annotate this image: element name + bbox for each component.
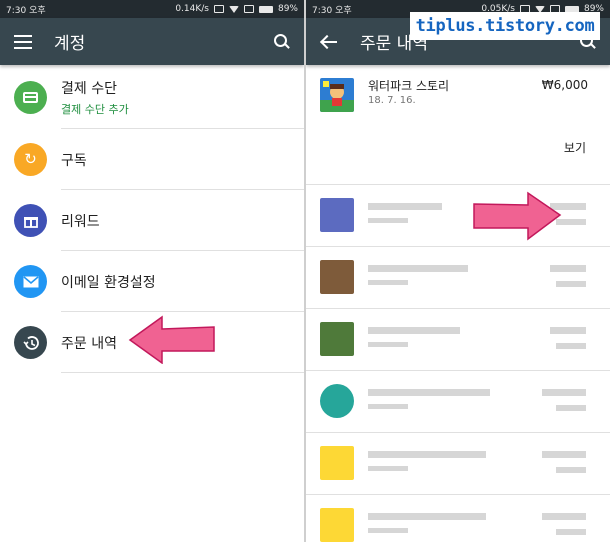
menu-item-label: 이메일 환경설정 xyxy=(61,274,156,291)
order-item[interactable] xyxy=(306,433,610,495)
battery-level: 89% xyxy=(277,4,298,14)
mute-icon xyxy=(213,5,224,13)
order-app-name: 워터파크 스토리 xyxy=(368,79,450,93)
menu-item-label: 주문 내역 xyxy=(61,335,117,352)
menu-item-subscriptions[interactable]: ↻ 구독 xyxy=(0,129,304,190)
network-speed: 0.14K/s xyxy=(175,4,209,14)
page-title: 계정 xyxy=(54,34,86,54)
battery-icon xyxy=(258,5,273,13)
order-item[interactable] xyxy=(306,185,610,247)
status-time: 7:30 오후 xyxy=(312,5,352,16)
blurred-thumbnail xyxy=(320,198,354,232)
menu-item-label: 리워드 xyxy=(61,213,100,230)
blurred-thumbnail xyxy=(320,260,354,294)
menu-item-label: 결제 수단 xyxy=(61,80,117,97)
blurred-thumbnail xyxy=(320,384,354,418)
menu-item-rewards[interactable]: 리워드 xyxy=(0,190,304,251)
add-payment-method-link[interactable]: 결제 수단 추가 xyxy=(61,101,129,117)
back-arrow-icon[interactable] xyxy=(320,34,338,50)
blurred-thumbnail xyxy=(320,508,354,542)
screenshot-composite: 7:30 오후 0.14K/s 89% 계정 결제 수단 결제 수단 추가 ↻ … xyxy=(0,0,610,542)
menu-item-label: 구독 xyxy=(61,152,87,169)
mail-icon xyxy=(14,265,47,298)
pointer-arrow xyxy=(473,191,562,241)
sim-icon xyxy=(243,5,254,13)
blurred-thumbnail xyxy=(320,322,354,356)
order-item[interactable] xyxy=(306,371,610,433)
menu-item-email-preferences[interactable]: 이메일 환경설정 xyxy=(0,251,304,312)
search-icon[interactable] xyxy=(274,33,290,50)
credit-card-icon xyxy=(14,80,47,114)
pointer-arrow xyxy=(128,315,215,364)
order-item[interactable] xyxy=(306,309,610,371)
app-thumbnail xyxy=(320,78,354,112)
gift-icon xyxy=(14,204,47,237)
app-bar: 계정 xyxy=(0,18,304,65)
order-item[interactable]: 워터파크 스토리 18. 7. 16. ₩6,000 보기 xyxy=(306,65,610,241)
order-list: 워터파크 스토리 18. 7. 16. ₩6,000 보기 xyxy=(306,65,610,542)
order-date: 18. 7. 16. xyxy=(368,95,416,106)
menu-item-payment-methods[interactable]: 결제 수단 결제 수단 추가 xyxy=(0,65,304,129)
order-price: ₩6,000 xyxy=(541,78,588,92)
blurred-thumbnail xyxy=(320,446,354,480)
wifi-icon xyxy=(228,5,239,13)
view-receipt-button[interactable]: 보기 xyxy=(564,139,586,156)
refresh-icon: ↻ xyxy=(14,143,47,176)
status-time: 7:30 오후 xyxy=(6,5,46,16)
menu-icon[interactable] xyxy=(14,34,32,49)
status-bar: 7:30 오후 0.14K/s 89% xyxy=(0,0,304,18)
order-history-screen: 7:30 오후 0.05K/s 89% 주문 내역 워터파크 스토리 18. 7… xyxy=(306,0,610,542)
order-item[interactable] xyxy=(306,247,610,309)
watermark: tiplus.tistory.com xyxy=(410,12,600,40)
history-icon xyxy=(14,326,47,359)
account-screen: 7:30 오후 0.14K/s 89% 계정 결제 수단 결제 수단 추가 ↻ … xyxy=(0,0,304,542)
order-item[interactable] xyxy=(306,495,610,542)
